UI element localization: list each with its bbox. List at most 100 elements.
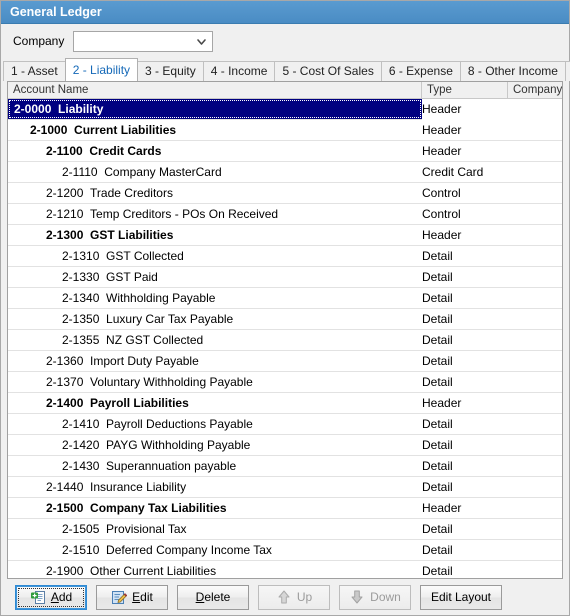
tab-8-other-income[interactable]: 8 - Other Income	[459, 61, 566, 81]
tab-2-liability[interactable]: 2 - Liability	[64, 58, 139, 81]
column-header-company[interactable]: Company	[508, 82, 562, 98]
cell-type: Detail	[422, 270, 453, 284]
account-name: Insurance Liability	[90, 480, 187, 494]
account-name: Voluntary Withholding Payable	[90, 375, 253, 389]
account-number: 2-1330	[62, 270, 100, 284]
account-name: GST Collected	[106, 249, 184, 263]
tab-6-expense[interactable]: 6 - Expense	[380, 61, 461, 81]
cell-type: Detail	[422, 333, 453, 347]
table-row[interactable]: 2-1430 Superannuation payable Detail	[8, 456, 562, 477]
add-button[interactable]: Add	[15, 584, 87, 610]
table-row[interactable]: 2-1000 Current Liabilities Header	[8, 120, 562, 141]
table-row[interactable]: 2-1360 Import Duty Payable Detail	[8, 351, 562, 372]
account-name: GST Liabilities	[90, 228, 174, 242]
table-row[interactable]: 2-1505 Provisional Tax Detail	[8, 519, 562, 540]
button-label: Delete	[195, 590, 231, 604]
cell-account-name: 2-1430 Superannuation payable	[8, 456, 422, 476]
table-row[interactable]: 2-1420 PAYG Withholding Payable Detail	[8, 435, 562, 456]
cell-account-name: 2-1370 Voluntary Withholding Payable	[8, 372, 422, 392]
table-row[interactable]: 2-1410 Payroll Deductions Payable Detail	[8, 414, 562, 435]
company-label: Company	[13, 34, 65, 48]
cell-type: Detail	[422, 417, 453, 431]
button-label: Edit Layout	[430, 590, 492, 604]
edit-pencil-icon	[111, 589, 128, 605]
table-row[interactable]: 2-1350 Luxury Car Tax Payable Detail	[8, 309, 562, 330]
account-name: GST Paid	[106, 270, 158, 284]
cell-type: Header	[422, 501, 462, 515]
cell-account-name: 2-1510 Deferred Company Income Tax	[8, 540, 422, 560]
table-row[interactable]: 2-1310 GST Collected Detail	[8, 246, 562, 267]
tab-9-other-expense[interactable]: 9 - Other Expense	[564, 61, 570, 81]
account-number: 2-1210	[46, 207, 84, 221]
cell-account-name: 2-1300 GST Liabilities	[8, 225, 422, 245]
tab-3-equity[interactable]: 3 - Equity	[137, 61, 204, 81]
tab-4-income[interactable]: 4 - Income	[202, 61, 276, 81]
table-row[interactable]: 2-1330 GST Paid Detail	[8, 267, 562, 288]
account-name: Company MasterCard	[104, 165, 222, 179]
cell-account-name: 2-1310 GST Collected	[8, 246, 422, 266]
table-row[interactable]: 2-1510 Deferred Company Income Tax Detail	[8, 540, 562, 561]
company-select[interactable]	[73, 30, 214, 52]
cell-type: Detail	[422, 459, 453, 473]
general-ledger-window: General Ledger Company 1 - Asset 2 - Liab…	[0, 0, 570, 616]
cell-account-name: 2-1340 Withholding Payable	[8, 288, 422, 308]
cell-account-name: 2-0000 Liability	[8, 99, 422, 119]
account-number: 2-1505	[62, 522, 100, 536]
table-row[interactable]: 2-1200 Trade Creditors Control	[8, 183, 562, 204]
tab-5-cost-of-sales[interactable]: 5 - Cost Of Sales	[274, 61, 382, 81]
button-label: Up	[296, 590, 313, 604]
page-title: General Ledger	[10, 5, 102, 19]
column-header-type[interactable]: Type	[422, 82, 508, 98]
table-row[interactable]: 2-1340 Withholding Payable Detail	[8, 288, 562, 309]
cell-type: Header	[422, 396, 462, 410]
edit-button[interactable]: Edit	[96, 584, 168, 610]
cell-account-name: 2-1360 Import Duty Payable	[8, 351, 422, 371]
account-number: 2-1510	[62, 543, 100, 557]
cell-account-name: 2-1500 Company Tax Liabilities	[8, 498, 422, 518]
account-name: Credit Cards	[89, 144, 162, 158]
arrow-down-icon	[349, 589, 365, 605]
grid-header-row: Account Name Type Company	[8, 82, 562, 99]
table-row[interactable]: 2-1110 Company MasterCard Credit Card	[8, 162, 562, 183]
cell-account-name: 2-1355 NZ GST Collected	[8, 330, 422, 350]
cell-account-name: 2-1200 Trade Creditors	[8, 183, 422, 203]
cell-type: Detail	[422, 480, 453, 494]
window-title-bar: General Ledger	[1, 1, 569, 24]
account-number: 2-1350	[62, 312, 100, 326]
table-row[interactable]: 2-1300 GST Liabilities Header	[8, 225, 562, 246]
edit-layout-button[interactable]: Edit Layout	[420, 584, 502, 610]
account-number: 2-1400	[46, 396, 84, 410]
table-row[interactable]: 2-1370 Voluntary Withholding Payable Deta…	[8, 372, 562, 393]
account-number: 2-1360	[46, 354, 84, 368]
cell-type: Header	[422, 99, 508, 120]
account-name: Withholding Payable	[106, 291, 216, 305]
grid-body[interactable]: 2-0000 Liability Header 2-1000 Current Lia…	[8, 99, 562, 578]
table-row[interactable]: 2-0000 Liability Header	[8, 99, 562, 120]
table-row[interactable]: 2-1900 Other Current Liabilities Detail	[8, 561, 562, 578]
company-filter-bar: Company	[1, 24, 569, 58]
account-number: 2-1430	[62, 459, 100, 473]
tab-1-asset[interactable]: 1 - Asset	[3, 61, 66, 81]
cell-account-name: 2-1505 Provisional Tax	[8, 519, 422, 539]
cell-type: Header	[422, 123, 462, 137]
account-name: Import Duty Payable	[90, 354, 199, 368]
account-name: Trade Creditors	[90, 186, 173, 200]
table-row[interactable]: 2-1355 NZ GST Collected Detail	[8, 330, 562, 351]
cell-type: Detail	[422, 564, 453, 578]
delete-button[interactable]: Delete	[177, 584, 249, 610]
table-row[interactable]: 2-1100 Credit Cards Header	[8, 141, 562, 162]
tab-label: 4 - Income	[210, 64, 268, 78]
table-row[interactable]: 2-1440 Insurance Liability Detail	[8, 477, 562, 498]
table-row[interactable]: 2-1210 Temp Creditors - POs On Received C…	[8, 204, 562, 225]
tab-label: 8 - Other Income	[467, 64, 558, 78]
cell-company	[508, 99, 562, 120]
account-type-tabs: 1 - Asset 2 - Liability 3 - Equity 4 - Inco…	[1, 58, 570, 81]
button-label: Edit	[132, 590, 153, 604]
cell-account-name: 2-1000 Current Liabilities	[8, 120, 422, 140]
account-number: 2-1100	[46, 144, 83, 158]
table-row[interactable]: 2-1400 Payroll Liabilities Header	[8, 393, 562, 414]
column-header-account-name[interactable]: Account Name	[8, 82, 422, 98]
cell-type: Control	[422, 186, 461, 200]
cell-account-name: 2-1330 GST Paid	[8, 267, 422, 287]
table-row[interactable]: 2-1500 Company Tax Liabilities Header	[8, 498, 562, 519]
